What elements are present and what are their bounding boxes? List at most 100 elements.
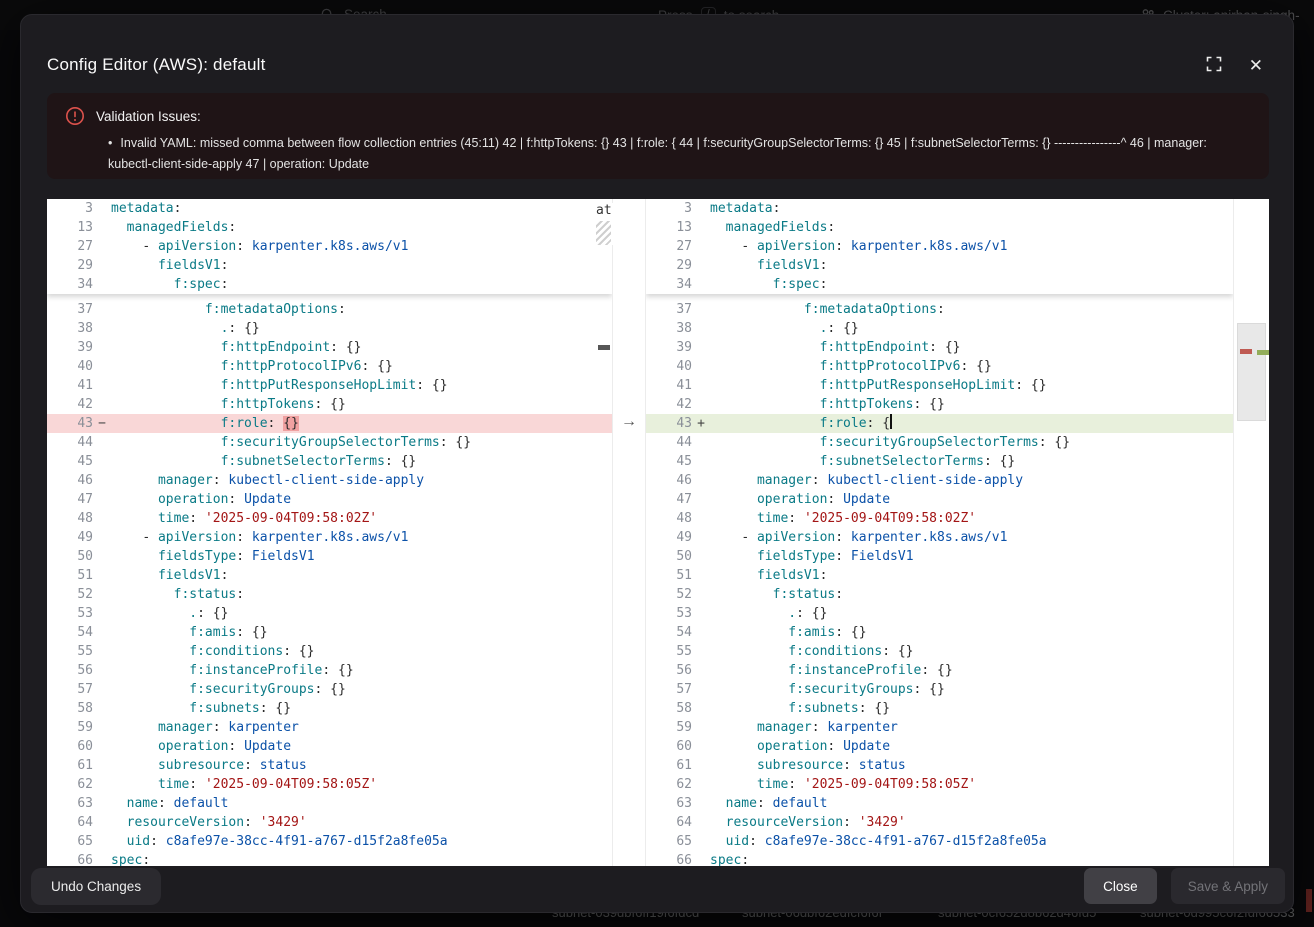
code-line-left-62[interactable]: 62 time: '2025-09-04T09:58:05Z' xyxy=(47,775,612,794)
code-line-left-51[interactable]: 51 fieldsV1: xyxy=(47,566,612,585)
code-line-right-53[interactable]: 53 .: {} xyxy=(646,604,1233,623)
code-line-right-34[interactable]: 34 f:spec: xyxy=(646,275,1233,294)
code-line-left-58[interactable]: 58 f:subnets: {} xyxy=(47,699,612,718)
yaml-value: {} xyxy=(252,625,268,640)
code-line-left-41[interactable]: 41 f:httpPutResponseHopLimit: {} xyxy=(47,376,612,395)
code-line-left-55[interactable]: 55 f:conditions: {} xyxy=(47,642,612,661)
colon: : xyxy=(859,701,867,716)
code-line-right-62[interactable]: 62 time: '2025-09-04T09:58:05Z' xyxy=(646,775,1233,794)
code-line-right-38[interactable]: 38 .: {} xyxy=(646,319,1233,338)
code-line-right-50[interactable]: 50 fieldsType: FieldsV1 xyxy=(646,547,1233,566)
code-line-left-3[interactable]: 3metadata: xyxy=(47,199,612,218)
code-line-left-52[interactable]: 52 f:status: xyxy=(47,585,612,604)
save-apply-button[interactable]: Save & Apply xyxy=(1171,868,1285,904)
code-line-left-49[interactable]: 49 - apiVersion: karpenter.k8s.aws/v1 xyxy=(47,528,612,547)
yaml-value: {} xyxy=(299,644,315,659)
code-line-left-39[interactable]: 39 f:httpEndpoint: {} xyxy=(47,338,612,357)
code-line-left-56[interactable]: 56 f:instanceProfile: {} xyxy=(47,661,612,680)
code-line-left-38[interactable]: 38 .: {} xyxy=(47,319,612,338)
code-line-left-65[interactable]: 65 uid: c8afe97e-38cc-4f91-a767-d15f2a8f… xyxy=(47,832,612,851)
code-line-right-46[interactable]: 46 manager: kubectl-client-side-apply xyxy=(646,471,1233,490)
code-line-right-52[interactable]: 52 f:status: xyxy=(646,585,1233,604)
code-line-left-42[interactable]: 42 f:httpTokens: {} xyxy=(47,395,612,414)
code-line-left-61[interactable]: 61 subresource: status xyxy=(47,756,612,775)
close-button[interactable]: ✕ xyxy=(1245,53,1267,78)
code-line-left-59[interactable]: 59 manager: karpenter xyxy=(47,718,612,737)
code-line-right-59[interactable]: 59 manager: karpenter xyxy=(646,718,1233,737)
diff-overview-ruler[interactable] xyxy=(1233,199,1269,866)
code-line-left-43[interactable]: 43− f:role: {} xyxy=(47,414,612,433)
code-line-left-57[interactable]: 57 f:securityGroups: {} xyxy=(47,680,612,699)
code-line-left-50[interactable]: 50 fieldsType: FieldsV1 xyxy=(47,547,612,566)
diff-editor-original-pane[interactable]: 37 f:metadataOptions:38 .: {}39 f:httpEn… xyxy=(47,199,612,866)
close-dialog-button[interactable]: Close xyxy=(1084,868,1157,904)
diff-editor-sash[interactable]: → xyxy=(612,199,646,866)
code-line-right-3[interactable]: 3metadata: xyxy=(646,199,1233,218)
code-line-right-57[interactable]: 57 f:securityGroups: {} xyxy=(646,680,1233,699)
code-line-right-42[interactable]: 42 f:httpTokens: {} xyxy=(646,395,1233,414)
code-line-right-39[interactable]: 39 f:httpEndpoint: {} xyxy=(646,338,1233,357)
code-line-left-40[interactable]: 40 f:httpProtocolIPv6: {} xyxy=(47,357,612,376)
code-line-right-13[interactable]: 13 managedFields: xyxy=(646,218,1233,237)
code-line-right-60[interactable]: 60 operation: Update xyxy=(646,737,1233,756)
code-text: resourceVersion: '3429' xyxy=(710,813,1233,832)
code-text: f:amis: {} xyxy=(111,623,612,642)
code-line-right-56[interactable]: 56 f:instanceProfile: {} xyxy=(646,661,1233,680)
code-line-left-46[interactable]: 46 manager: kubectl-client-side-apply xyxy=(47,471,612,490)
code-line-left-60[interactable]: 60 operation: Update xyxy=(47,737,612,756)
code-line-right-64[interactable]: 64 resourceVersion: '3429' xyxy=(646,813,1233,832)
code-line-right-55[interactable]: 55 f:conditions: {} xyxy=(646,642,1233,661)
code-line-right-45[interactable]: 45 f:subnetSelectorTerms: {} xyxy=(646,452,1233,471)
code-line-left-34[interactable]: 34 f:spec: xyxy=(47,275,612,294)
code-line-left-44[interactable]: 44 f:securityGroupSelectorTerms: {} xyxy=(47,433,612,452)
code-line-right-61[interactable]: 61 subresource: status xyxy=(646,756,1233,775)
colon: : xyxy=(330,340,338,355)
yaml-key: f:instanceProfile xyxy=(189,663,322,678)
diff-sign xyxy=(692,661,710,680)
code-line-right-49[interactable]: 49 - apiVersion: karpenter.k8s.aws/v1 xyxy=(646,528,1233,547)
code-line-right-54[interactable]: 54 f:amis: {} xyxy=(646,623,1233,642)
diff-sign xyxy=(93,199,111,218)
diff-sign: − xyxy=(93,414,111,433)
code-line-left-64[interactable]: 64 resourceVersion: '3429' xyxy=(47,813,612,832)
code-line-left-47[interactable]: 47 operation: Update xyxy=(47,490,612,509)
code-line-right-66[interactable]: 66spec: xyxy=(646,851,1233,866)
code-line-right-44[interactable]: 44 f:securityGroupSelectorTerms: {} xyxy=(646,433,1233,452)
diff-editor-modified-pane[interactable]: 37 f:metadataOptions:38 .: {}39 f:httpEn… xyxy=(646,199,1233,866)
code-line-right-40[interactable]: 40 f:httpProtocolIPv6: {} xyxy=(646,357,1233,376)
code-line-left-54[interactable]: 54 f:amis: {} xyxy=(47,623,612,642)
fullscreen-button[interactable] xyxy=(1201,51,1227,80)
code-line-right-47[interactable]: 47 operation: Update xyxy=(646,490,1233,509)
code-line-right-51[interactable]: 51 fieldsV1: xyxy=(646,566,1233,585)
code-line-left-13[interactable]: 13 managedFields: xyxy=(47,218,612,237)
code-line-left-63[interactable]: 63 name: default xyxy=(47,794,612,813)
scrollbar-slider[interactable] xyxy=(1237,323,1266,421)
line-number: 45 xyxy=(47,452,93,471)
diff-sign xyxy=(93,794,111,813)
code-line-left-29[interactable]: 29 fieldsV1: xyxy=(47,256,612,275)
code-line-right-65[interactable]: 65 uid: c8afe97e-38cc-4f91-a767-d15f2a8f… xyxy=(646,832,1233,851)
diff-sign xyxy=(93,585,111,604)
code-line-right-63[interactable]: 63 name: default xyxy=(646,794,1233,813)
yaml-key: apiVersion xyxy=(757,239,835,254)
code-line-left-66[interactable]: 66spec: xyxy=(47,851,612,866)
diff-sign xyxy=(93,319,111,338)
colon: : xyxy=(228,739,236,754)
revert-change-arrow[interactable]: → xyxy=(613,412,645,431)
code-line-right-41[interactable]: 41 f:httpPutResponseHopLimit: {} xyxy=(646,376,1233,395)
code-line-right-43[interactable]: 43+ f:role: { xyxy=(646,414,1233,433)
code-line-right-27[interactable]: 27 - apiVersion: karpenter.k8s.aws/v1 xyxy=(646,237,1233,256)
code-line-left-48[interactable]: 48 time: '2025-09-04T09:58:02Z' xyxy=(47,509,612,528)
code-line-left-37[interactable]: 37 f:metadataOptions: xyxy=(47,300,612,319)
code-line-left-27[interactable]: 27 - apiVersion: karpenter.k8s.aws/v1 xyxy=(47,237,612,256)
yaml-key: . xyxy=(788,606,796,621)
yaml-key: time xyxy=(757,777,788,792)
code-line-left-45[interactable]: 45 f:subnetSelectorTerms: {} xyxy=(47,452,612,471)
code-line-right-29[interactable]: 29 fieldsV1: xyxy=(646,256,1233,275)
diff-sign xyxy=(93,642,111,661)
code-line-right-48[interactable]: 48 time: '2025-09-04T09:58:02Z' xyxy=(646,509,1233,528)
code-line-left-53[interactable]: 53 .: {} xyxy=(47,604,612,623)
code-line-right-37[interactable]: 37 f:metadataOptions: xyxy=(646,300,1233,319)
undo-changes-button[interactable]: Undo Changes xyxy=(31,868,161,905)
code-line-right-58[interactable]: 58 f:subnets: {} xyxy=(646,699,1233,718)
